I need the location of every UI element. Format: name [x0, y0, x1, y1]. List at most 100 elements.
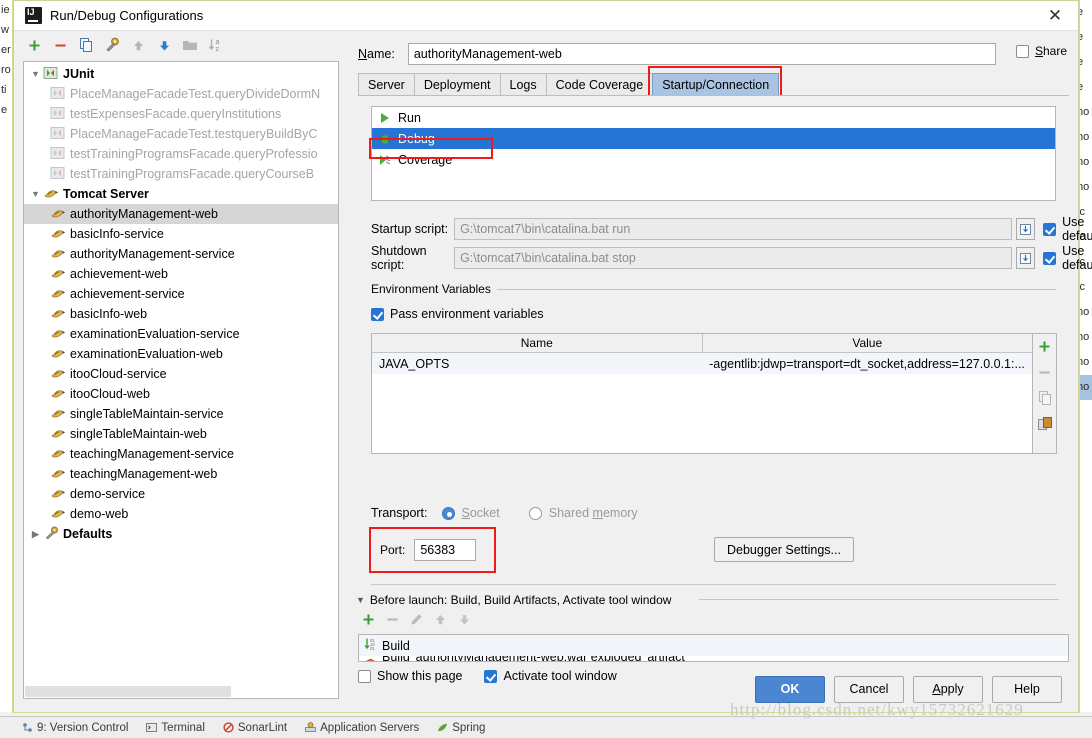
tree-item-basicinfo-service[interactable]: basicInfo-service: [24, 224, 338, 244]
tree-item-testtrainingprogramsfacade-querycourseb[interactable]: testTrainingProgramsFacade.queryCourseB: [24, 164, 338, 184]
transport-shared-memory-radio[interactable]: [528, 506, 542, 520]
tree-item-achievement-web[interactable]: achievement-web: [24, 264, 338, 284]
tomcat-icon: [50, 226, 67, 242]
ok-button[interactable]: OK: [755, 675, 825, 703]
add-task-button[interactable]: [361, 612, 376, 630]
tree-item-label: examinationEvaluation-service: [70, 327, 240, 341]
tree-item-demo-service[interactable]: demo-service: [24, 484, 338, 504]
expand-triangle-down-icon[interactable]: ▼: [28, 184, 43, 204]
tree-group-defaults[interactable]: ▶ Defaults: [24, 524, 338, 544]
tree-item-placemanagefacadetest-querydividedormn[interactable]: PlaceManageFacadeTest.queryDivideDormN: [24, 84, 338, 104]
collapse-triangle-icon[interactable]: ▼: [356, 595, 365, 605]
toolwindow-tab-terminal[interactable]: Terminal: [146, 722, 205, 734]
tree-item-achievement-service[interactable]: achievement-service: [24, 284, 338, 304]
tree-item-testtrainingprogramsfacade-queryprofessio[interactable]: testTrainingProgramsFacade.queryProfessi…: [24, 144, 338, 164]
move-task-down-button[interactable]: [457, 612, 472, 630]
remove-configuration-button[interactable]: [48, 33, 72, 57]
before-launch-task-row-clipped[interactable]: Build 'authorityManagement-web:war explo…: [359, 656, 1068, 661]
tree-item-teachingmanagement-service[interactable]: teachingManagement-service: [24, 444, 338, 464]
copy-configuration-button[interactable]: [74, 33, 98, 57]
shutdown-use-default-box[interactable]: [1043, 251, 1057, 265]
editor-text-fragment: e: [1, 104, 8, 116]
move-task-up-button[interactable]: [433, 612, 448, 630]
startup-use-default-checkbox[interactable]: Use default: [1043, 215, 1092, 243]
tree-item-examinationevaluation-web[interactable]: examinationEvaluation-web: [24, 344, 338, 364]
apply-button[interactable]: Apply: [913, 675, 983, 703]
tab-startup-connection[interactable]: Startup/Connection: [652, 73, 780, 96]
ide-bottom-toolwindow-bar[interactable]: 9: Version Control Terminal SonarLint Appli…: [0, 716, 1092, 738]
shutdown-script-input[interactable]: [454, 247, 1012, 269]
pass-env-box[interactable]: [371, 307, 384, 321]
configurations-tree[interactable]: ▼ JUnit PlaceManageFacadeTest.queryDivideD…: [23, 61, 339, 699]
shutdown-script-browse-icon[interactable]: [1015, 247, 1036, 269]
expand-triangle-right-icon[interactable]: ▶: [28, 524, 43, 544]
startup-use-default-box[interactable]: [1043, 222, 1057, 236]
before-launch-task-row[interactable]: 01 10 01 Build: [359, 635, 1068, 656]
toolwindow-tab-sonarlint[interactable]: SonarLint: [223, 722, 287, 734]
tab-code-coverage[interactable]: Code Coverage: [545, 73, 654, 96]
paste-variable-button[interactable]: [1035, 414, 1055, 434]
edit-task-pencil-icon[interactable]: [409, 612, 424, 630]
tree-item-testexpensesfacade-queryinstitutions[interactable]: testExpensesFacade.queryInstitutions: [24, 104, 338, 124]
help-button[interactable]: Help: [992, 675, 1062, 703]
toolwindow-tab-spring[interactable]: Spring: [437, 722, 485, 734]
move-down-button[interactable]: [152, 33, 176, 57]
tab-logs[interactable]: Logs: [499, 73, 547, 96]
toolwindow-tab-9-version-control[interactable]: 9: Version Control: [22, 722, 128, 734]
tree-item-singletablemaintain-service[interactable]: singleTableMaintain-service: [24, 404, 338, 424]
copy-variable-button[interactable]: [1035, 388, 1055, 408]
add-variable-button[interactable]: [1035, 336, 1055, 356]
tab-deployment[interactable]: Deployment: [413, 73, 501, 96]
toolwindow-tab-application-servers[interactable]: Application Servers: [305, 722, 419, 734]
environment-variables-table[interactable]: Name Value JAVA_OPTS -agentlib:jdwp=trans…: [371, 333, 1033, 454]
tree-item-placemanagefacadetest-testquerybuildbyc[interactable]: PlaceManageFacadeTest.testqueryBuildByC: [24, 124, 338, 144]
before-launch-title[interactable]: ▼ Before launch: Build, Build Artifacts,…: [356, 593, 671, 607]
close-icon[interactable]: ✕: [1032, 1, 1078, 31]
run-mode-run[interactable]: Run: [372, 107, 1055, 128]
startup-script-browse-icon[interactable]: [1015, 218, 1036, 240]
share-label: Share: [1034, 44, 1067, 58]
tree-item-itoocloud-service[interactable]: itooCloud-service: [24, 364, 338, 384]
startup-script-input[interactable]: [454, 218, 1012, 240]
edit-templates-wrench-icon[interactable]: [100, 33, 124, 57]
tree-group-junit[interactable]: ▼ JUnit: [24, 64, 338, 84]
add-configuration-button[interactable]: [22, 33, 46, 57]
name-input[interactable]: [407, 43, 996, 65]
cancel-button[interactable]: Cancel: [834, 675, 904, 703]
tree-item-examinationevaluation-service[interactable]: examinationEvaluation-service: [24, 324, 338, 344]
tree-item-itoocloud-web[interactable]: itooCloud-web: [24, 384, 338, 404]
configuration-tabs[interactable]: Server Deployment Logs Code Coverage Startup…: [358, 66, 783, 99]
tree-item-singletablemaintain-web[interactable]: singleTableMaintain-web: [24, 424, 338, 444]
run-mode-coverage[interactable]: Coverage: [372, 149, 1055, 170]
remove-task-button[interactable]: [385, 612, 400, 630]
transport-socket-radio[interactable]: [441, 506, 455, 520]
tree-item-authoritymanagement-service[interactable]: authorityManagement-service: [24, 244, 338, 264]
run-mode-list[interactable]: Run Debug Coverage: [371, 106, 1056, 201]
share-checkbox-box[interactable]: [1015, 44, 1029, 58]
tree-item-demo-web[interactable]: demo-web: [24, 504, 338, 524]
tab-server[interactable]: Server: [358, 73, 415, 96]
tree-group-tomcat-server[interactable]: ▼ Tomcat Server: [24, 184, 338, 204]
debugger-settings-button[interactable]: Debugger Settings...: [714, 537, 854, 562]
pass-environment-variables-checkbox[interactable]: Pass environment variables: [371, 307, 544, 321]
tab-wrapper: Deployment: [413, 73, 501, 96]
share-checkbox[interactable]: Share: [1015, 44, 1067, 58]
expand-triangle-down-icon[interactable]: ▼: [28, 64, 43, 84]
new-folder-icon[interactable]: [178, 33, 202, 57]
before-launch-task-list[interactable]: 01 10 01 Build Build 'authorityManagemen…: [358, 634, 1069, 662]
run-mode-label: Coverage: [398, 152, 453, 167]
move-up-button[interactable]: [126, 33, 150, 57]
env-variable-row[interactable]: JAVA_OPTS -agentlib:jdwp=transport=dt_soc…: [372, 353, 1032, 374]
tab-label: Logs: [509, 78, 537, 92]
tree-item-authoritymanagement-web[interactable]: authorityManagement-web: [24, 204, 338, 224]
tree-item-teachingmanagement-web[interactable]: teachingManagement-web: [24, 464, 338, 484]
sort-az-icon[interactable]: a z: [204, 33, 228, 57]
tomcat-icon: [50, 206, 67, 222]
run-mode-debug[interactable]: Debug: [372, 128, 1055, 149]
environment-variables-side-toolbar: [1033, 333, 1057, 454]
remove-variable-button[interactable]: [1035, 362, 1055, 382]
port-input[interactable]: [414, 539, 477, 561]
shutdown-use-default-checkbox[interactable]: Use default: [1043, 244, 1092, 272]
run-mode-label: Run: [398, 110, 421, 125]
tree-item-basicinfo-web[interactable]: basicInfo-web: [24, 304, 338, 324]
